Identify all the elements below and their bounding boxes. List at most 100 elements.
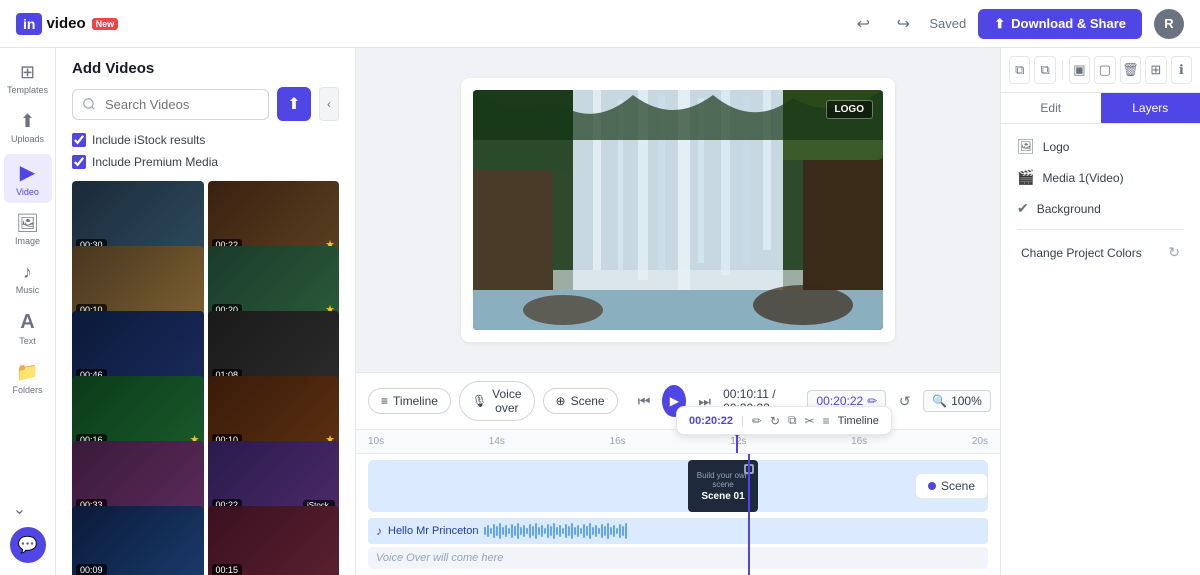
popup-copy-icon[interactable]: ⧉: [788, 413, 797, 428]
scene-add-icon: ⊕: [556, 394, 566, 408]
list-item[interactable]: 00:46: [72, 311, 204, 385]
sidebar-item-folders[interactable]: 📁 Folders: [4, 356, 52, 401]
scene-name: Scene 01: [701, 491, 744, 502]
topbar: in video New ↩ ↪ Saved ⬆ Download & Shar…: [0, 0, 1200, 48]
logo: in video New: [16, 13, 118, 35]
video-duration: 00:15: [212, 564, 243, 575]
image-label: Image: [15, 236, 40, 246]
search-input-wrap: [72, 89, 269, 120]
expand-nav-button[interactable]: ⌄: [6, 495, 34, 523]
undo-button[interactable]: ↩: [849, 10, 877, 38]
rp-info-button[interactable]: ℹ: [1171, 56, 1192, 84]
right-panel: ⧉ ⧉ ▣ ▢ 🗑 ⊞ ℹ Edit Layers 🖼 Logo 🎬 Media…: [1000, 48, 1200, 575]
uploads-label: Uploads: [11, 134, 44, 144]
video-label: Video: [16, 187, 39, 197]
rp-crop-button[interactable]: ▣: [1069, 56, 1090, 84]
timeline-area: ≡ Timeline 🎙 Voice over ⊕ Scene ⏮ ▶ ⏭: [356, 372, 1000, 575]
audio-track[interactable]: ♪ Hello Mr Princeton: [368, 518, 988, 544]
folders-label: Folders: [12, 385, 42, 395]
audio-label: Hello Mr Princeton: [388, 525, 478, 537]
search-input[interactable]: [72, 89, 269, 120]
main-video-track[interactable]: Build your own scene Scene 01: [368, 460, 988, 512]
popup-refresh-icon[interactable]: ↻: [770, 414, 780, 428]
collapse-sidebar-button[interactable]: ‹: [319, 87, 339, 121]
voiceover-icon: 🎙: [472, 394, 487, 408]
tab-layers[interactable]: Layers: [1101, 93, 1200, 123]
rp-delete-button[interactable]: 🗑: [1120, 56, 1141, 84]
list-item[interactable]: 00:22 ★: [208, 181, 340, 255]
timeline-icon: ≡: [381, 394, 388, 408]
list-item[interactable]: 00:10: [72, 246, 204, 320]
rp-copy-button[interactable]: ⧉: [1009, 56, 1030, 84]
change-colors-icon: ↻: [1168, 244, 1180, 261]
rp-grid-button[interactable]: ⊞: [1145, 56, 1166, 84]
timeline-button[interactable]: ≡ Timeline: [368, 388, 451, 414]
popup-scissors-icon[interactable]: ✂: [805, 414, 815, 428]
rp-frame-button[interactable]: ▢: [1094, 56, 1115, 84]
list-item[interactable]: 00:09: [72, 506, 204, 575]
scene-block[interactable]: Build your own scene Scene 01: [688, 460, 758, 512]
list-item[interactable]: 00:10 ★: [208, 376, 340, 450]
istock-checkbox[interactable]: [72, 133, 86, 147]
video-icon: ▶: [20, 160, 35, 185]
premium-checkbox[interactable]: [72, 155, 86, 169]
layer-logo[interactable]: 🖼 Logo: [1009, 132, 1192, 161]
list-item[interactable]: 00:20 ★: [208, 246, 340, 320]
download-icon: ⬆: [994, 16, 1005, 32]
video-grid: 00:30 00:22 ★ 00:10 00:20 ★ 00:46 01:08: [56, 173, 355, 575]
list-item[interactable]: 00:22 iStock.: [208, 441, 340, 515]
skip-back-button[interactable]: ⏮: [634, 387, 655, 415]
sidebar-title: Add Videos: [72, 60, 339, 77]
scene-add-button[interactable]: ⊕ Scene: [543, 388, 618, 414]
change-project-colors-button[interactable]: Change Project Colors ↻: [1009, 236, 1192, 269]
list-item[interactable]: 00:30: [72, 181, 204, 255]
sidebar-item-video[interactable]: ▶ Video: [4, 154, 52, 203]
text-label: Text: [19, 336, 36, 346]
search-row: ⬆ ‹: [72, 87, 339, 121]
popup-time: 00:20:22: [689, 415, 733, 427]
popup-edit-icon[interactable]: ✏: [752, 414, 762, 428]
zoom-control: 🔍 100%: [923, 390, 991, 412]
voiceover-track: Voice Over will come here: [368, 547, 988, 569]
sidebar-item-uploads[interactable]: ⬆ Uploads: [4, 105, 52, 150]
audio-note-icon: ♪: [376, 524, 382, 538]
left-nav: ⊞ Templates ⬆ Uploads ▶ Video 🖼 Image ♪ …: [0, 48, 56, 575]
user-avatar-button[interactable]: R: [1154, 9, 1184, 39]
background-layer-icon: ✔: [1017, 200, 1029, 217]
list-item[interactable]: 00:16 ★: [72, 376, 204, 450]
video-canvas: [473, 90, 883, 330]
list-item[interactable]: 00:33: [72, 441, 204, 515]
templates-icon: ⊞: [20, 62, 35, 83]
redo-button[interactable]: ↪: [889, 10, 917, 38]
voiceover-placeholder: Voice Over will come here: [376, 552, 503, 564]
layers-list: 🖼 Logo 🎬 Media 1(Video) ✔ Background Cha…: [1001, 124, 1200, 277]
folders-icon: 📁: [16, 362, 38, 383]
logo-layer-label: Logo: [1043, 140, 1070, 154]
sidebar-item-templates[interactable]: ⊞ Templates: [4, 56, 52, 101]
background-layer-label: Background: [1037, 202, 1101, 216]
saved-status: Saved: [929, 16, 966, 31]
layer-background[interactable]: ✔ Background: [1009, 194, 1192, 223]
uploads-icon: ⬆: [20, 111, 35, 132]
sidebar-item-image[interactable]: 🖼 Image: [4, 207, 52, 252]
sidebar-item-text[interactable]: A Text: [4, 305, 52, 352]
scene-button[interactable]: Scene: [915, 473, 988, 499]
chat-button[interactable]: 💬: [10, 527, 46, 563]
rp-tabs: Edit Layers: [1001, 93, 1200, 124]
list-item[interactable]: 01:08: [208, 311, 340, 385]
sidebar-item-music[interactable]: ♪ Music: [4, 256, 52, 301]
tab-edit[interactable]: Edit: [1001, 93, 1101, 123]
topbar-right: ↩ ↪ Saved ⬆ Download & Share R: [849, 9, 1184, 39]
sidebar: Add Videos ⬆ ‹ Include iStock results In…: [56, 48, 356, 575]
loop-button[interactable]: ↺: [894, 387, 915, 415]
list-item[interactable]: 00:15: [208, 506, 340, 575]
video-duration: 00:09: [76, 564, 107, 575]
rp-paste-button[interactable]: ⧉: [1034, 56, 1055, 84]
download-share-button[interactable]: ⬆ Download & Share: [978, 9, 1142, 39]
popup-timeline-icon[interactable]: ≡: [823, 414, 830, 428]
istock-label: Include iStock results: [92, 133, 205, 147]
upload-button[interactable]: ⬆: [277, 87, 311, 121]
voiceover-button[interactable]: 🎙 Voice over: [459, 381, 535, 421]
layer-media1[interactable]: 🎬 Media 1(Video): [1009, 163, 1192, 192]
music-label: Music: [16, 285, 40, 295]
